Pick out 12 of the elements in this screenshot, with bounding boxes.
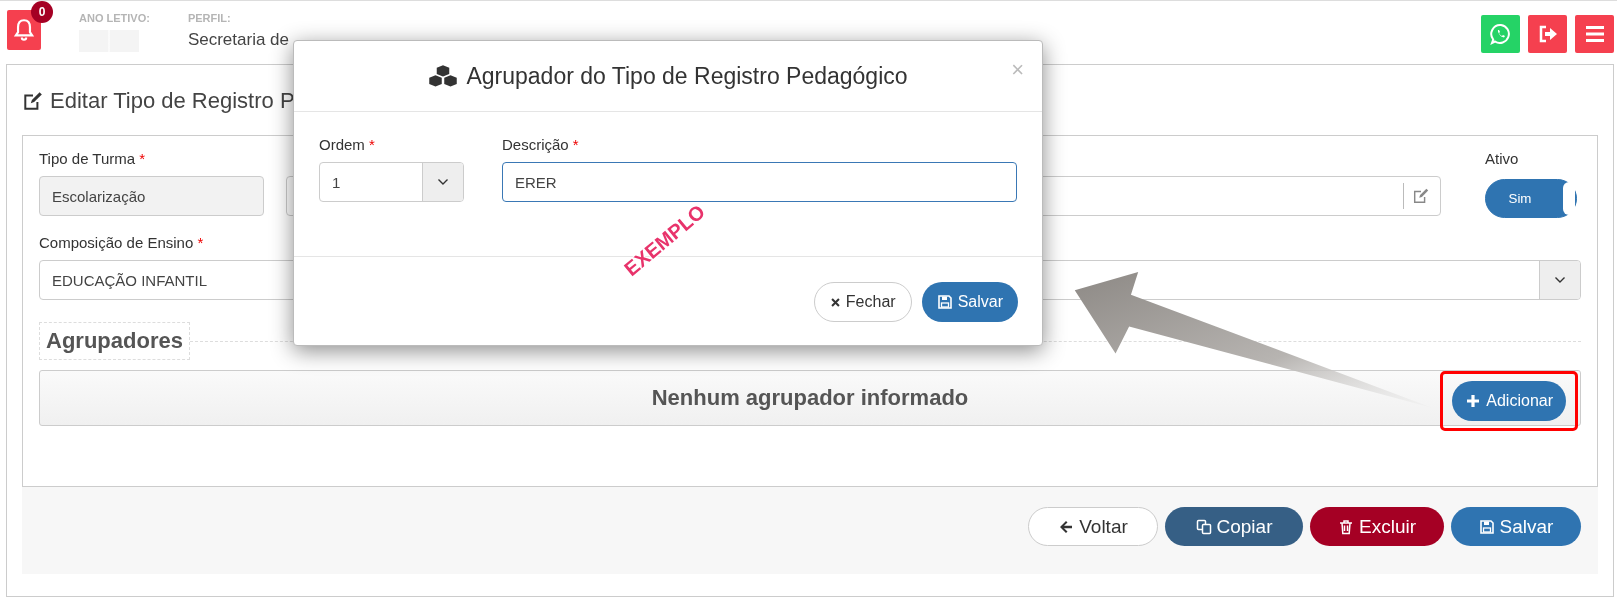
empty-message: Nenhum agrupador informado [651,385,969,411]
profile-label: PERFIL: [187,12,232,24]
field-label: Descrição * [502,136,580,154]
year-label: ANO LETIVO: [79,12,150,24]
section-title: Agrupadores [39,322,190,360]
modal-title: Agrupador do Tipo de Registro Pedagógico [466,62,908,90]
field-label: Ativo [1485,150,1520,168]
page-title: Editar Tipo de Registro P [50,88,295,114]
field-label: Ordem * [319,136,376,154]
profile-value: Secretaria de [187,30,289,50]
field-label: Tipo de Turma * [39,150,147,168]
notification-badge: 0 [31,1,53,23]
